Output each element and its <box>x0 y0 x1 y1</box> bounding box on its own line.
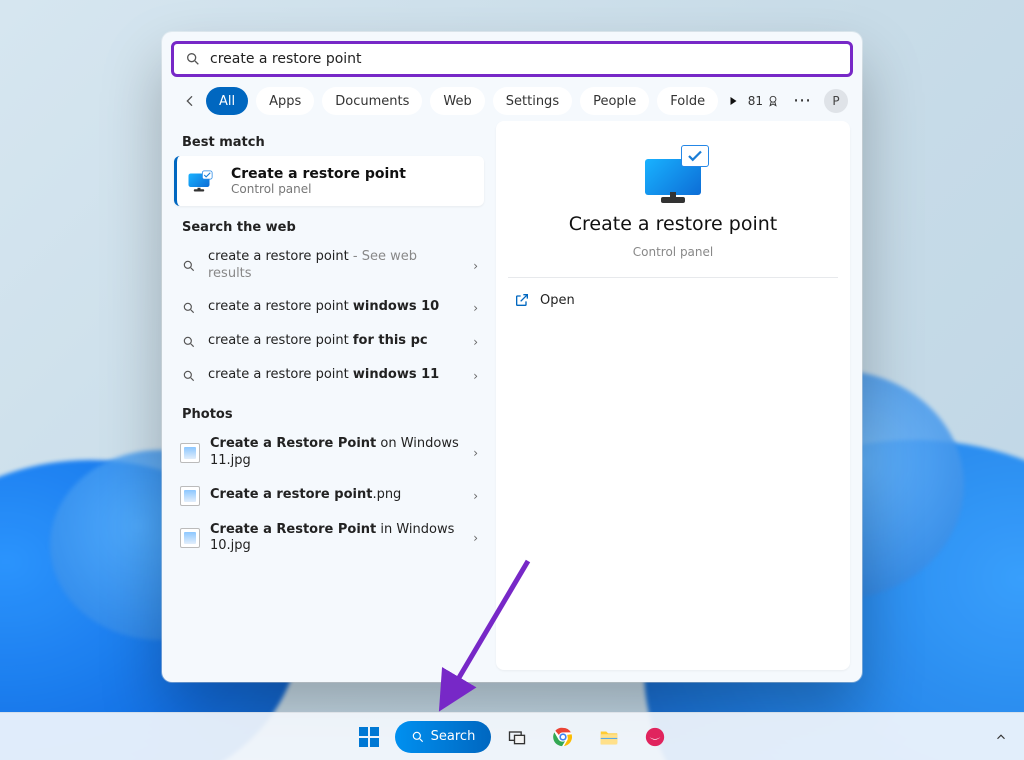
chevron-right-icon: › <box>473 259 478 273</box>
open-external-icon <box>514 292 530 308</box>
web-result-text: create a restore point windows 11 <box>208 367 463 384</box>
rewards-points-value: 81 <box>748 94 763 108</box>
search-flyout: All Apps Documents Web Settings People F… <box>162 32 862 682</box>
best-match-result[interactable]: Create a restore point Control panel <box>174 156 484 206</box>
taskbar-search-button[interactable]: Search <box>395 721 492 753</box>
image-thumbnail-icon <box>180 443 200 463</box>
chevron-right-icon: › <box>473 531 478 545</box>
filter-tab-all[interactable]: All <box>206 87 248 115</box>
taskbar-search-label: Search <box>431 729 476 744</box>
search-icon <box>180 299 198 317</box>
action-open[interactable]: Open <box>508 278 838 322</box>
section-best-match: Best match <box>174 121 484 156</box>
web-result[interactable]: create a restore point windows 10 › <box>174 291 484 325</box>
web-result[interactable]: create a restore point windows 11 › <box>174 359 484 393</box>
chevron-right-icon: › <box>473 301 478 315</box>
photo-result[interactable]: Create a Restore Point on Windows 11.jpg… <box>174 428 484 478</box>
web-result[interactable]: create a restore point - See web results… <box>174 241 484 291</box>
filter-tab-documents[interactable]: Documents <box>322 87 422 115</box>
web-result-text: create a restore point for this pc <box>208 333 463 350</box>
task-view-button[interactable] <box>497 717 537 757</box>
more-options-button[interactable]: ⋯ <box>790 95 814 107</box>
photo-result[interactable]: Create a Restore Point in Windows 10.jpg… <box>174 514 484 564</box>
search-input[interactable] <box>210 51 840 67</box>
photo-result[interactable]: Create a restore point.png › <box>174 478 484 514</box>
filter-tab-people[interactable]: People <box>580 87 649 115</box>
search-icon <box>180 333 198 351</box>
photo-result-text: Create a restore point.png <box>210 487 463 504</box>
search-icon <box>180 257 198 275</box>
rewards-points[interactable]: 81 <box>748 94 780 108</box>
chevron-right-icon: › <box>473 369 478 383</box>
filter-tabs-row: All Apps Documents Web Settings People F… <box>162 77 862 121</box>
web-result-text: create a restore point - See web results <box>208 249 463 283</box>
filter-tab-settings[interactable]: Settings <box>493 87 572 115</box>
pinned-app-icon[interactable] <box>635 717 675 757</box>
restore-point-icon <box>187 171 213 192</box>
action-open-label: Open <box>540 293 575 308</box>
best-match-title: Create a restore point <box>231 166 406 182</box>
user-avatar[interactable]: P <box>824 89 848 113</box>
restore-point-large-icon <box>637 145 709 203</box>
filter-tab-apps[interactable]: Apps <box>256 87 314 115</box>
chevron-right-icon: › <box>473 489 478 503</box>
start-button[interactable] <box>349 717 389 757</box>
rewards-medal-icon <box>766 94 780 108</box>
filters-scroll-right[interactable] <box>726 95 740 107</box>
back-button[interactable] <box>182 90 198 112</box>
search-icon <box>411 730 425 744</box>
search-bar[interactable] <box>171 41 853 77</box>
web-result-text: create a restore point windows 10 <box>208 299 463 316</box>
best-match-subtitle: Control panel <box>231 182 406 196</box>
section-search-web: Search the web <box>174 206 484 241</box>
taskbar: Search <box>0 712 1024 760</box>
chrome-icon[interactable] <box>543 717 583 757</box>
preview-title: Create a restore point <box>569 213 778 235</box>
chevron-right-icon: › <box>473 446 478 460</box>
chevron-right-icon: › <box>473 335 478 349</box>
image-thumbnail-icon <box>180 528 200 548</box>
filter-tab-web[interactable]: Web <box>430 87 484 115</box>
preview-pane: Create a restore point Control panel Ope… <box>496 121 850 670</box>
filter-tab-folders[interactable]: Folde <box>657 87 718 115</box>
search-icon <box>180 367 198 385</box>
section-photos: Photos <box>174 393 484 428</box>
results-column: Best match Create a restore point Contro… <box>174 121 484 670</box>
search-icon <box>184 50 202 68</box>
photo-result-text: Create a Restore Point on Windows 11.jpg <box>210 436 463 470</box>
preview-subtitle: Control panel <box>633 245 713 259</box>
tray-overflow-chevron[interactable] <box>994 729 1008 748</box>
web-result[interactable]: create a restore point for this pc › <box>174 325 484 359</box>
file-explorer-icon[interactable] <box>589 717 629 757</box>
image-thumbnail-icon <box>180 486 200 506</box>
photo-result-text: Create a Restore Point in Windows 10.jpg <box>210 522 463 556</box>
